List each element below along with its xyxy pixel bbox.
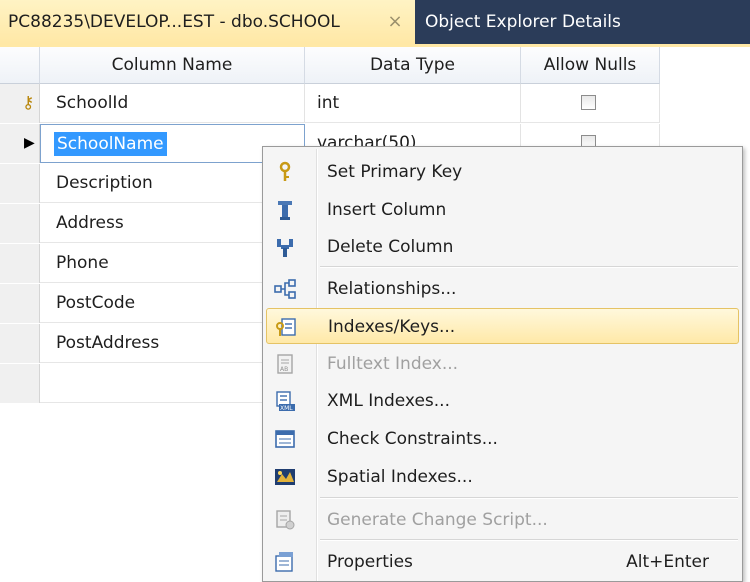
tab-object-explorer-details-label: Object Explorer Details <box>425 12 621 32</box>
document-tab-strip: PC88235\DEVELOP...EST - dbo.SCHOOL × Obj… <box>0 0 750 44</box>
menu-separator-highlight <box>320 498 738 499</box>
menu-item-label: Spatial Indexes... <box>327 467 473 487</box>
menu-item-label: Delete Column <box>327 237 454 257</box>
menu-item-relationships[interactable]: Relationships... <box>266 271 739 307</box>
menu-item-shortcut: Alt+Enter <box>626 552 709 572</box>
row-selector[interactable] <box>0 244 40 283</box>
row-selector[interactable] <box>0 284 40 323</box>
tab-table-designer[interactable]: PC88235\DEVELOP...EST - dbo.SCHOOL <box>0 0 415 44</box>
menu-item-label: Insert Column <box>327 200 447 220</box>
data-type-cell[interactable]: int <box>305 84 521 123</box>
fulltext-index-icon: AB <box>274 353 296 375</box>
menu-item-label: Indexes/Keys... <box>328 317 456 337</box>
check-constraints-icon <box>274 428 296 450</box>
row-header-corner <box>0 47 40 84</box>
spatial-indexes-icon <box>274 466 296 488</box>
column-name-cell[interactable]: SchoolId <box>40 84 305 123</box>
table-row[interactable]: ⚷ SchoolId int <box>0 84 660 124</box>
row-selector[interactable]: ▶ <box>0 124 40 163</box>
indexes-keys-icon <box>275 316 297 338</box>
menu-separator-highlight <box>320 267 738 268</box>
row-selector[interactable]: ⚷ <box>0 84 40 123</box>
svg-text:AB: AB <box>280 366 288 373</box>
current-row-indicator-icon: ▶ <box>24 135 35 151</box>
relationships-icon <box>274 278 296 300</box>
selected-text: SchoolName <box>54 132 167 156</box>
xml-indexes-icon: XML <box>274 390 296 412</box>
menu-item-indexes-keys[interactable]: Indexes/Keys... <box>266 308 739 344</box>
menu-item-xml-indexes[interactable]: XML XML Indexes... <box>266 383 739 419</box>
column-header-name[interactable]: Column Name <box>40 47 305 84</box>
menu-item-label: Set Primary Key <box>327 162 463 182</box>
row-selector[interactable] <box>0 164 40 203</box>
context-menu: Set Primary Key Insert Column Delete Col… <box>262 146 743 582</box>
column-header-allow-nulls[interactable]: Allow Nulls <box>521 47 660 84</box>
menu-item-delete-column[interactable]: Delete Column <box>266 229 739 265</box>
menu-separator-highlight <box>320 540 738 541</box>
menu-item-generate-change-script[interactable]: Generate Change Script... <box>266 502 739 538</box>
delete-column-icon <box>274 236 296 258</box>
close-tab-icon[interactable]: × <box>384 0 406 44</box>
row-selector[interactable] <box>0 204 40 243</box>
menu-item-insert-column[interactable]: Insert Column <box>266 192 739 228</box>
menu-item-check-constraints[interactable]: Check Constraints... <box>266 421 739 457</box>
menu-item-label: Properties <box>327 552 413 572</box>
key-icon <box>274 161 296 183</box>
allow-nulls-checkbox[interactable] <box>581 95 596 110</box>
insert-column-icon <box>274 199 296 221</box>
row-selector[interactable] <box>0 324 40 363</box>
row-selector[interactable] <box>0 364 40 403</box>
primary-key-icon: ⚷ <box>22 93 35 113</box>
column-header-type[interactable]: Data Type <box>305 47 521 84</box>
svg-text:XML: XML <box>280 405 293 412</box>
menu-item-spatial-indexes[interactable]: Spatial Indexes... <box>266 459 739 495</box>
menu-item-label: Check Constraints... <box>327 429 498 449</box>
menu-item-label: Generate Change Script... <box>327 510 548 530</box>
generate-script-icon <box>274 509 296 531</box>
menu-item-set-primary-key[interactable]: Set Primary Key <box>266 154 739 190</box>
menu-item-properties[interactable]: Properties Alt+Enter <box>266 544 739 580</box>
menu-item-label: XML Indexes... <box>327 391 450 411</box>
menu-item-fulltext-index[interactable]: AB Fulltext Index... <box>266 346 739 382</box>
tab-table-designer-label: PC88235\DEVELOP...EST - dbo.SCHOOL <box>8 12 340 32</box>
menu-item-label: Fulltext Index... <box>327 354 459 374</box>
menu-item-label: Relationships... <box>327 279 457 299</box>
properties-icon <box>274 551 296 573</box>
tab-object-explorer-details[interactable]: Object Explorer Details <box>425 0 621 44</box>
allow-nulls-cell <box>521 84 660 123</box>
